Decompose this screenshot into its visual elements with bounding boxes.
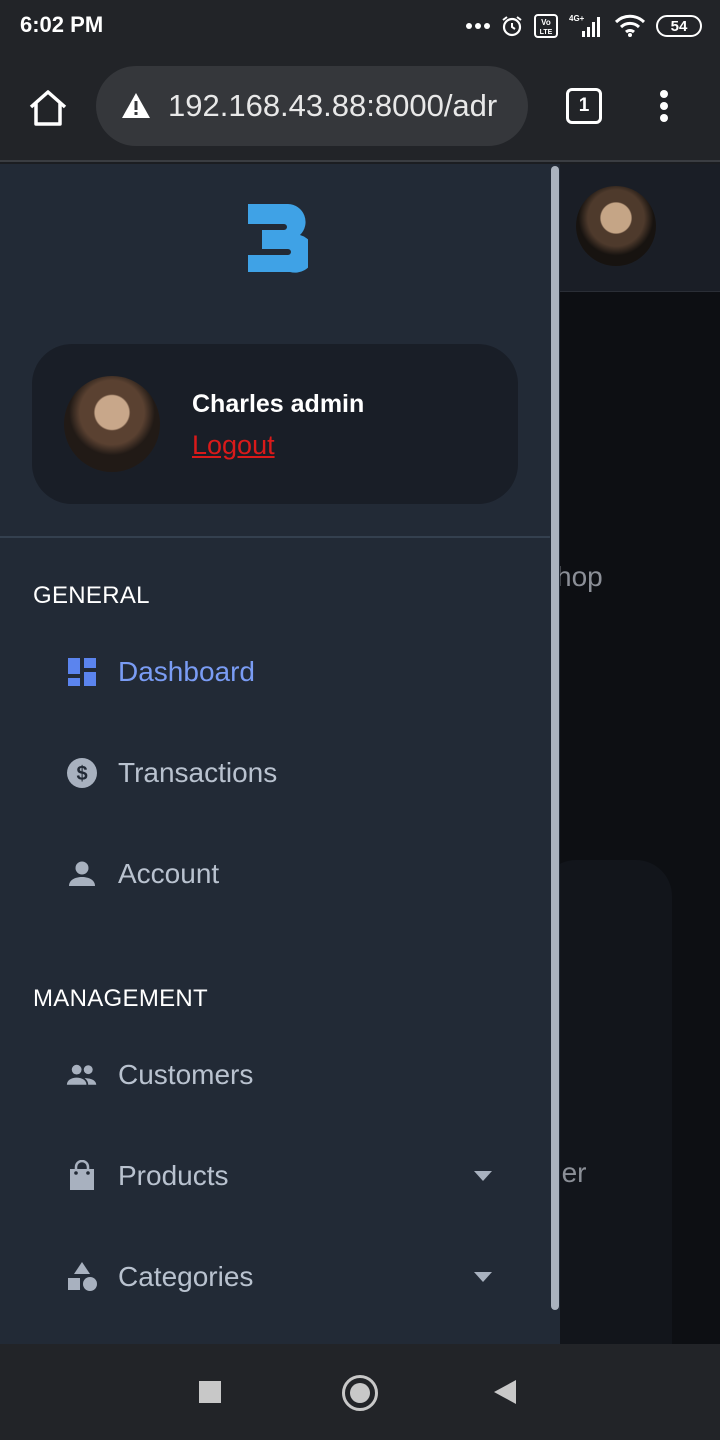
sidebar-item-products[interactable]: Products [0,1144,550,1208]
user-name: Charles admin [192,390,365,418]
user-profile-card: Charles admin Logout [32,344,518,504]
status-time: 6:02 PM [20,12,104,37]
logout-link[interactable]: Logout [192,430,275,461]
volte-icon: Vo LTE [534,14,558,38]
chevron-down-icon[interactable] [474,1272,492,1282]
back-icon[interactable] [494,1380,516,1404]
browser-toolbar: 192.168.43.88:8000/adr 1 [0,52,720,162]
recent-apps-icon[interactable] [199,1381,221,1403]
header-avatar[interactable] [576,186,656,266]
signal-icon: 4G+ [569,14,600,37]
people-icon [66,1064,97,1085]
svg-text:$: $ [76,763,87,785]
user-avatar [64,376,160,472]
shapes-icon [68,1262,97,1291]
dashboard-icon [68,658,96,686]
sidebar-item-label: Dashboard [118,656,255,687]
chevron-down-icon[interactable] [474,1171,492,1181]
home-button-icon[interactable] [342,1375,378,1411]
sidebar-item-label: Categories [118,1261,254,1292]
url-text: 192.168.43.88:8000/adr [168,88,498,123]
status-bar: 6:02 PM Vo LTE 4G+ 54 [0,0,720,52]
sidebar-item-account[interactable]: Account [0,842,550,906]
more-notifications-icon [466,23,490,29]
page-text-fragment: hop [556,561,603,592]
status-icons: Vo LTE 4G+ 54 [466,10,702,42]
not-secure-warning-icon[interactable] [120,90,152,122]
browser-menu-icon[interactable] [652,86,676,126]
tab-switcher-button[interactable]: 1 [566,88,602,124]
sidebar-item-customers[interactable]: Customers [0,1043,550,1107]
drawer-scrollbar-thumb[interactable] [551,166,559,1310]
svg-text:LTE: LTE [540,29,553,36]
section-label-management: MANAGEMENT [33,985,209,1012]
sidebar-item-label: Account [118,858,220,889]
section-label-general: GENERAL [33,582,150,609]
divider [0,536,550,538]
sidebar-item-dashboard[interactable]: Dashboard [0,640,550,704]
shopping-bag-icon [70,1160,94,1190]
wifi-icon [614,14,646,37]
home-icon[interactable] [26,86,70,130]
sidebar-item-categories[interactable]: Categories [0,1245,550,1309]
sidebar-drawer: Charles admin Logout GENERAL Dashboard $… [0,164,560,1344]
dollar-icon: $ [67,758,97,788]
svg-text:4G+: 4G+ [569,14,585,23]
sidebar-item-label: Customers [118,1059,254,1090]
battery-indicator: 54 [656,15,702,37]
brand-logo-icon[interactable] [246,202,308,274]
address-bar[interactable]: 192.168.43.88:8000/adr [96,66,528,146]
sidebar-item-label: Transactions [118,757,278,788]
sidebar-item-transactions[interactable]: $ Transactions [0,741,550,805]
alarm-icon [502,16,522,37]
person-icon [69,861,95,886]
svg-text:Vo: Vo [541,18,551,27]
sidebar-item-label: Products [118,1160,229,1191]
system-navigation-bar [0,1344,720,1440]
